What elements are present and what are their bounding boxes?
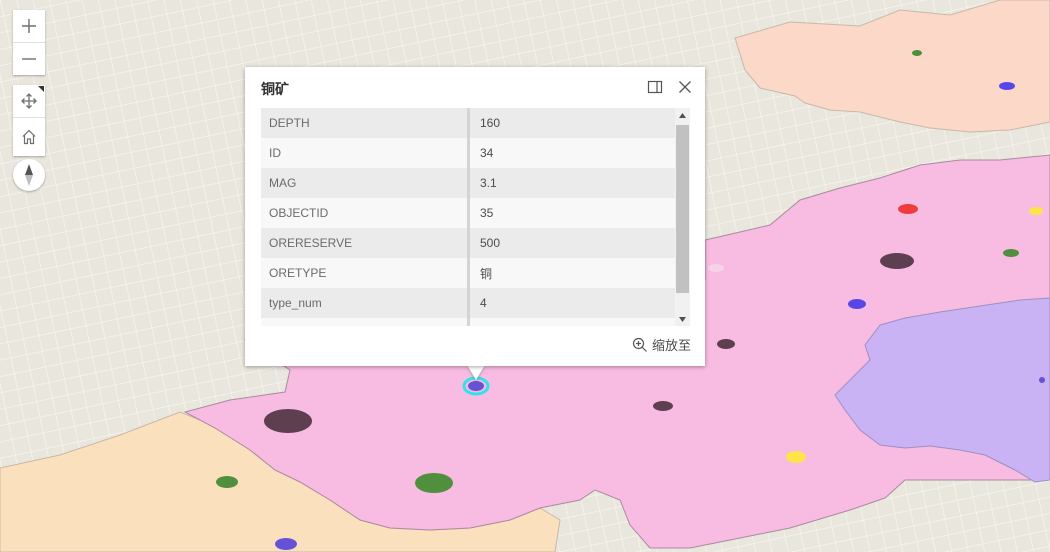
mine-point-marker[interactable] <box>1029 207 1043 215</box>
attribute-row: OBJECTID 35 <box>261 198 675 228</box>
attribute-value: 35 <box>468 198 675 228</box>
popup-pointer <box>467 365 485 380</box>
compass-button[interactable] <box>13 159 45 191</box>
mine-point-marker[interactable] <box>264 409 312 433</box>
scroll-thumb[interactable] <box>676 125 689 293</box>
attribute-key: DEPTH <box>261 108 470 138</box>
attribute-row <box>261 318 675 326</box>
mine-point-marker[interactable] <box>999 82 1015 90</box>
attribute-key: ORERESERVE <box>261 228 470 258</box>
mine-point-marker[interactable] <box>275 538 297 550</box>
attribute-key <box>261 318 470 326</box>
scroll-down-arrow[interactable] <box>675 312 690 326</box>
zoom-out-button[interactable] <box>13 42 45 75</box>
attribute-key: OBJECTID <box>261 198 470 228</box>
plus-icon <box>22 19 36 33</box>
close-icon <box>679 81 691 93</box>
popup-header: 铜矿 <box>261 79 693 99</box>
mine-point-marker[interactable] <box>848 299 866 309</box>
attribute-row: DEPTH 160 <box>261 108 675 138</box>
attribute-value: 500 <box>468 228 675 258</box>
attribute-row: MAG 3.1 <box>261 168 675 198</box>
attribute-row: ID 34 <box>261 138 675 168</box>
mine-point-marker[interactable] <box>912 50 922 56</box>
attribute-value: 4 <box>468 288 675 318</box>
attribute-row: type_num 4 <box>261 288 675 318</box>
menu-corner-indicator <box>38 86 44 92</box>
pan-button[interactable] <box>13 85 45 117</box>
dock-button[interactable] <box>647 79 663 100</box>
popup-scrollbar[interactable] <box>675 108 690 326</box>
mine-point-marker[interactable] <box>415 473 453 493</box>
attribute-value <box>468 318 675 326</box>
attribute-value: 160 <box>468 108 675 138</box>
attribute-value: 铜 <box>468 258 675 288</box>
mine-point-marker[interactable] <box>708 264 724 272</box>
mine-point-marker[interactable] <box>898 204 918 214</box>
zoom-in-button[interactable] <box>13 10 45 42</box>
mine-point-marker[interactable] <box>786 451 806 463</box>
home-button[interactable] <box>13 117 45 156</box>
attribute-key: ORETYPE <box>261 258 470 288</box>
attribute-key: type_num <box>261 288 470 318</box>
caret-up-icon <box>679 112 686 118</box>
attribute-row: ORERESERVE 500 <box>261 228 675 258</box>
caret-down-icon <box>679 316 686 322</box>
close-button[interactable] <box>677 79 693 100</box>
minus-icon <box>22 58 36 60</box>
mine-point-marker[interactable] <box>653 401 673 411</box>
feature-popup: 铜矿 DEPTH 160 ID 34 MAG 3.1 OBJECTID 35 ORERESERV… <box>245 67 705 366</box>
compass-icon <box>25 164 33 186</box>
attribute-value: 34 <box>468 138 675 168</box>
attribute-value: 3.1 <box>468 168 675 198</box>
attribute-key: MAG <box>261 168 470 198</box>
home-icon <box>22 129 36 145</box>
popup-title: 铜矿 <box>261 81 289 97</box>
dock-icon <box>647 80 663 94</box>
selected-point[interactable] <box>468 381 484 391</box>
attribute-row: ORETYPE 铜 <box>261 258 675 288</box>
popup-actions <box>647 79 693 100</box>
mine-point-marker[interactable] <box>880 253 914 269</box>
attribute-table: DEPTH 160 ID 34 MAG 3.1 OBJECTID 35 ORERESERVE 50… <box>261 108 675 326</box>
mine-point-marker[interactable] <box>1003 249 1019 257</box>
mine-point-marker[interactable] <box>717 339 735 349</box>
scroll-up-arrow[interactable] <box>675 108 690 122</box>
move-icon <box>21 93 37 109</box>
zoom-to-action[interactable]: 缩放至 <box>632 335 691 354</box>
popup-content[interactable]: DEPTH 160 ID 34 MAG 3.1 OBJECTID 35 ORERESERVE 50… <box>261 108 690 326</box>
mine-point-marker[interactable] <box>1039 377 1045 383</box>
zoom-controls <box>13 10 45 75</box>
mine-point-marker[interactable] <box>216 476 238 488</box>
zoom-in-icon <box>632 337 647 352</box>
attribute-key: ID <box>261 138 470 168</box>
zoom-to-label: 缩放至 <box>651 338 691 353</box>
navigation-controls <box>13 85 45 156</box>
